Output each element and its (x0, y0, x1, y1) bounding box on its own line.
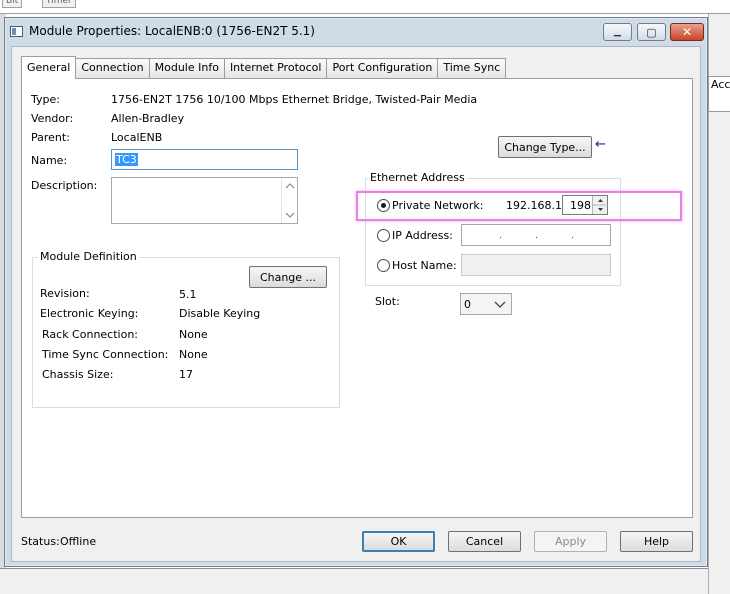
ip-address-label[interactable]: IP Address: (392, 229, 453, 242)
arrow-left-icon: ← (595, 137, 606, 152)
module-definition-title: Module Definition (38, 250, 139, 263)
electronic-keying-label: Electronic Keying: (40, 307, 139, 320)
minimize-icon: ▁ (614, 27, 621, 37)
background-toolbar-item-timer[interactable]: Timer (42, 0, 76, 8)
maximize-icon: ▢ (646, 25, 657, 39)
window-title: Module Properties: LocalENB:0 (1756-EN2T… (29, 24, 315, 38)
tab-strip: General Connection Module Info Internet … (21, 56, 507, 79)
electronic-keying-value: Disable Keying (179, 307, 261, 320)
tab-time-sync[interactable]: Time Sync (437, 58, 507, 78)
chevron-down-icon (494, 301, 506, 308)
cancel-button[interactable]: Cancel (448, 531, 521, 552)
ip-address-input[interactable]: . . . (461, 224, 611, 246)
description-label: Description: (31, 179, 98, 192)
tab-port-configuration[interactable]: Port Configuration (326, 58, 439, 78)
parent-label: Parent: (31, 131, 70, 144)
name-input-value: TC3 (115, 153, 138, 166)
description-scrollbar[interactable] (281, 178, 297, 223)
general-tab-panel: Type: 1756-EN2T 1756 10/100 Mbps Etherne… (21, 78, 693, 518)
vendor-value: Allen-Bradley (111, 112, 185, 125)
title-bar[interactable]: Module Properties: LocalENB:0 (1756-EN2T… (5, 18, 707, 46)
tab-module-info[interactable]: Module Info (148, 58, 225, 78)
status-label: Status: (21, 535, 60, 548)
private-network-highlight (356, 191, 682, 221)
change-type-button[interactable]: Change Type... (498, 136, 592, 158)
vendor-label: Vendor: (31, 112, 74, 125)
scroll-arrows-icon (285, 183, 295, 218)
chassis-size-label: Chassis Size: (42, 368, 114, 381)
slot-value: 0 (464, 298, 471, 311)
background-bottom-area (0, 568, 708, 594)
maximize-button[interactable]: ▢ (637, 23, 666, 41)
tab-internet-protocol[interactable]: Internet Protocol (223, 58, 328, 78)
host-name-radio[interactable] (377, 259, 390, 272)
slot-label: Slot: (375, 295, 400, 308)
ip-address-radio[interactable] (377, 229, 390, 242)
dialog-client-area: General Connection Module Info Internet … (11, 46, 701, 562)
type-value: 1756-EN2T 1756 10/100 Mbps Ethernet Brid… (111, 93, 478, 106)
close-button[interactable]: ✕ (670, 23, 704, 41)
parent-value: LocalENB (111, 131, 163, 144)
background-toolbar: Bit Timer (0, 0, 730, 14)
close-icon: ✕ (681, 25, 693, 39)
change-module-definition-button[interactable]: Change ... (249, 266, 327, 288)
tab-connection[interactable]: Connection (75, 58, 150, 78)
chassis-size-value: 17 (179, 368, 193, 381)
apply-button[interactable]: Apply (534, 531, 607, 552)
tab-general[interactable]: General (21, 56, 77, 79)
host-name-input[interactable] (461, 254, 611, 276)
rack-connection-label: Rack Connection: (42, 328, 139, 341)
rack-connection-value: None (179, 328, 208, 341)
description-textarea[interactable] (111, 177, 298, 224)
name-label: Name: (31, 154, 68, 167)
time-sync-connection-value: None (179, 348, 208, 361)
background-right-pane-field[interactable]: Acce (708, 76, 730, 112)
status-value: Offline (60, 535, 97, 548)
help-button[interactable]: Help (620, 531, 693, 552)
minimize-button[interactable]: ▁ (603, 23, 632, 41)
host-name-label[interactable]: Host Name: (392, 259, 457, 272)
slot-select[interactable]: 0 (460, 293, 512, 315)
module-properties-dialog: Module Properties: LocalENB:0 (1756-EN2T… (4, 17, 708, 567)
ethernet-address-title: Ethernet Address (368, 171, 467, 184)
module-definition-group: Module Definition Change ... Revision: 5… (32, 250, 340, 408)
time-sync-connection-label: Time Sync Connection: (42, 348, 169, 361)
revision-label: Revision: (40, 287, 90, 300)
ok-button[interactable]: OK (362, 531, 435, 552)
type-label: Type: (31, 93, 60, 106)
revision-value: 5.1 (179, 288, 197, 301)
background-toolbar-item-bit[interactable]: Bit (2, 0, 23, 8)
window-icon (10, 26, 23, 37)
name-input[interactable]: TC3 (111, 149, 298, 170)
